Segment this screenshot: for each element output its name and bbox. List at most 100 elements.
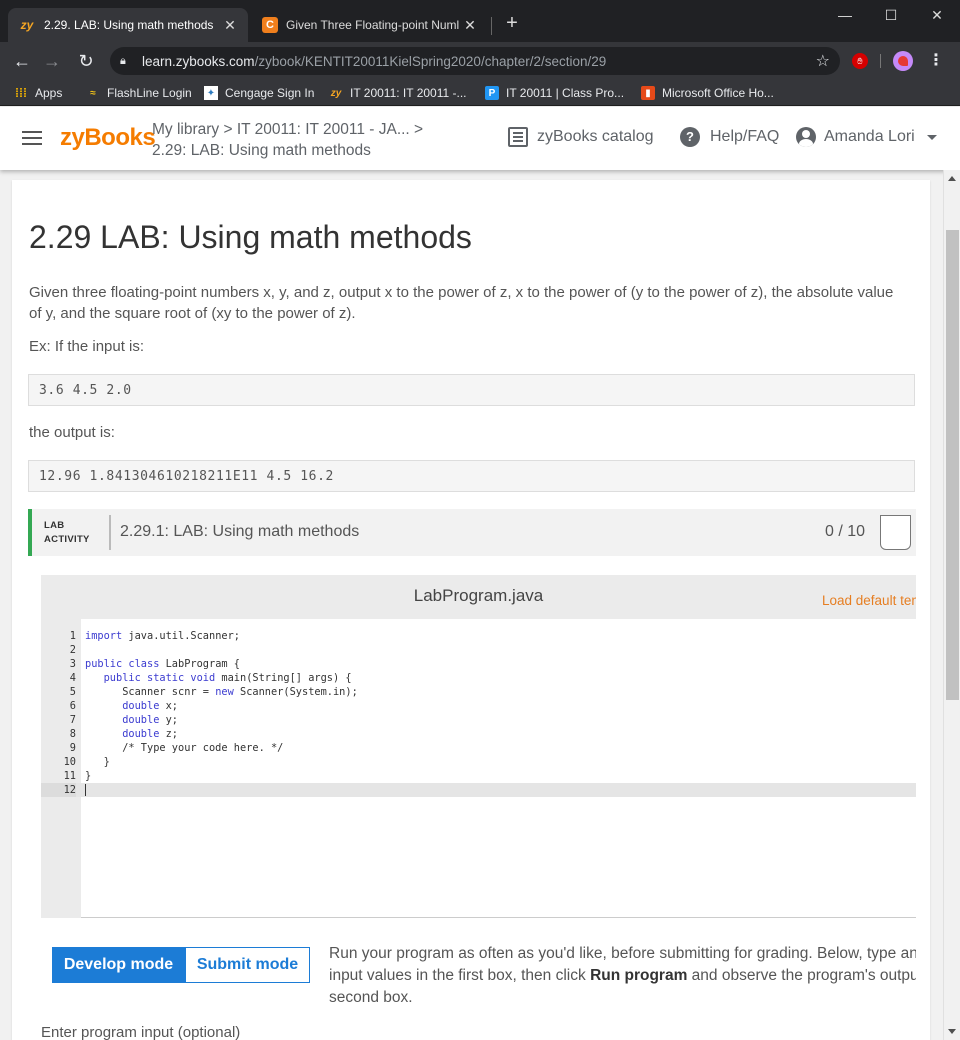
breadcrumb-current-section: 2.29: LAB: Using math methods: [152, 142, 371, 159]
code-lines[interactable]: 1 import java.util.Scanner; 2 3 public cla…: [41, 629, 916, 797]
tab-chegg-question[interactable]: C Given Three Floating-point Numl ✕: [252, 8, 488, 42]
reload-icon[interactable]: ↻: [74, 49, 98, 73]
code-line: 9 /* Type your code here. */: [69, 742, 284, 754]
code-line: 7 double y;: [69, 714, 179, 726]
user-name: Amanda Lori: [824, 128, 915, 145]
cengage-icon: ✦: [204, 86, 218, 100]
bookmark-star-icon[interactable]: ☆: [816, 51, 830, 71]
profile-avatar-icon[interactable]: [893, 51, 913, 71]
bookmark-label: Apps: [35, 86, 63, 100]
breadcrumb-chevron: >: [414, 121, 424, 138]
bookmarks-bar: ⁞⁞⁞ Apps ≈ FlashLine Login ✦ Cengage Sig…: [0, 80, 960, 106]
bookmark-apps[interactable]: ⁞⁞⁞ Apps: [14, 83, 62, 103]
lab-tag-line1: LAB: [44, 520, 65, 531]
scroll-down-arrow-icon[interactable]: [948, 1029, 956, 1034]
text-cursor: [85, 784, 86, 796]
load-default-template-link[interactable]: Load default template...: [822, 593, 916, 608]
code-line-active: 12: [41, 783, 916, 797]
example-input-box: 3.6 4.5 2.0: [28, 374, 915, 406]
editor-header: LabProgram.java Load default template...: [41, 575, 916, 619]
example-input-label: Ex: If the input is:: [29, 338, 145, 355]
address-bar[interactable]: 🔒︎ learn.zybooks.com/zybook/KENTIT20011K…: [110, 47, 840, 75]
catalog-label: zyBooks catalog: [537, 128, 654, 145]
bookmark-flashline[interactable]: ≈ FlashLine Login: [86, 83, 192, 103]
divider: [109, 515, 111, 550]
run-instructions-line2: input values in the first box, then clic…: [329, 967, 916, 984]
chevron-down-icon: [926, 134, 937, 140]
toolbar-separator: [880, 54, 881, 68]
help-label: Help/FAQ: [710, 128, 780, 145]
code-editor[interactable]: LabProgram.java Load default template...…: [41, 575, 916, 918]
close-window-button[interactable]: ✕: [914, 0, 960, 30]
adblock-extension-icon[interactable]: ✋︎: [852, 53, 868, 69]
catalog-link[interactable]: zyBooks catalog: [508, 127, 654, 147]
code-line: 3 public class LabProgram {: [69, 658, 240, 670]
bookmark-label: Microsoft Office Ho...: [662, 86, 774, 100]
bookmark-label: Cengage Sign In: [225, 86, 315, 100]
scrollbar-thumb[interactable]: [946, 230, 959, 700]
bookmark-label: FlashLine Login: [107, 86, 192, 100]
code-line: 8 double z;: [69, 728, 179, 740]
forward-arrow-icon[interactable]: →: [40, 49, 64, 73]
code-line: 2: [69, 644, 76, 656]
develop-mode-button[interactable]: Develop mode: [52, 947, 185, 983]
code-line: 1 import java.util.Scanner;: [69, 630, 240, 642]
p-favicon-icon: P: [485, 86, 499, 100]
run-instructions-line3: second box.: [329, 989, 413, 1006]
problem-description: Given three floating-point numbers x, y,…: [29, 284, 894, 322]
browser-menu-icon[interactable]: ⋮: [928, 51, 944, 71]
tab-zybooks-lab[interactable]: zy 2.29. LAB: Using math methods ✕: [8, 8, 248, 42]
flashline-icon: ≈: [90, 87, 96, 99]
tab-separator: [491, 17, 492, 35]
page-title: 2.29 LAB: Using math methods: [29, 219, 472, 255]
close-tab-icon[interactable]: ✕: [222, 17, 238, 34]
bookmark-cengage[interactable]: ✦ Cengage Sign In: [204, 83, 314, 103]
chegg-favicon-icon: C: [262, 17, 278, 33]
example-output-box: 12.96 1.841304610218211E11 4.5 16.2: [28, 460, 915, 492]
code-line: 5 Scanner scnr = new Scanner(System.in);: [69, 686, 358, 698]
program-input-label: Enter program input (optional): [41, 1024, 241, 1040]
zybooks-header: zyBooks My library > IT 20011: IT 20011 …: [0, 107, 960, 170]
bookmark-it20011-zybooks[interactable]: zy IT 20011: IT 20011 -...: [329, 83, 467, 103]
maximize-button[interactable]: ☐: [868, 0, 914, 30]
apps-grid-icon: ⁞⁞⁞: [15, 86, 27, 100]
lab-score: 0 / 10: [825, 523, 866, 540]
example-output-label: the output is:: [29, 424, 115, 441]
scroll-up-arrow-icon[interactable]: [948, 176, 956, 181]
code-line: 10 }: [63, 756, 110, 768]
minimize-button[interactable]: —: [822, 0, 868, 30]
new-tab-button[interactable]: +: [500, 12, 524, 36]
bookmark-office[interactable]: ▮ Microsoft Office Ho...: [641, 83, 774, 103]
code-line: 4 public static void main(String[] args)…: [69, 672, 352, 684]
catalog-icon: [508, 127, 528, 147]
menu-hamburger-icon[interactable]: [22, 131, 42, 145]
help-icon: ?: [680, 127, 700, 147]
submit-mode-button[interactable]: Submit mode: [185, 947, 310, 983]
zybooks-favicon-icon: zy: [330, 87, 342, 99]
code-line: 11}: [63, 770, 92, 782]
bookmark-label: IT 20011 | Class Pro...: [506, 86, 625, 100]
url-host: learn.zybooks.com: [142, 53, 255, 69]
browser-tab-strip: zy 2.29. LAB: Using math methods ✕ C Giv…: [0, 0, 960, 42]
editor-filename: LabProgram.java: [413, 586, 544, 605]
user-menu[interactable]: Amanda Lori: [796, 127, 937, 147]
lab-activity-header: LAB ACTIVITY 2.29.1: LAB: Using math met…: [28, 509, 916, 556]
close-tab-icon[interactable]: ✕: [462, 17, 478, 34]
help-link[interactable]: ? Help/FAQ: [680, 127, 779, 147]
breadcrumb-library-link[interactable]: My library > IT 20011: IT 20011 - JA...: [152, 119, 410, 140]
bookmark-class-pro[interactable]: P IT 20011 | Class Pro...: [485, 83, 624, 103]
code-line: 6 double x;: [69, 700, 179, 712]
lock-icon: 🔒︎: [120, 54, 126, 67]
lab-activity-title: 2.29.1: LAB: Using math methods: [120, 523, 360, 540]
office-icon: ▮: [641, 86, 655, 100]
run-instructions: Run your program as often as you'd like,…: [329, 943, 916, 1009]
completion-badge-icon: [880, 515, 911, 550]
tab-title: 2.29. LAB: Using math methods: [44, 18, 214, 32]
run-instructions-line1: Run your program as often as you'd like,…: [329, 945, 916, 962]
back-arrow-icon[interactable]: ←: [10, 49, 34, 73]
tab-title: Given Three Floating-point Numl: [286, 18, 460, 32]
zybooks-favicon-icon: zy: [20, 18, 34, 32]
zybooks-logo[interactable]: zyBooks: [60, 124, 156, 152]
url-path: /zybook/KENTIT20011KielSpring2020/chapte…: [254, 53, 607, 69]
page-scrollbar[interactable]: [943, 170, 960, 1040]
